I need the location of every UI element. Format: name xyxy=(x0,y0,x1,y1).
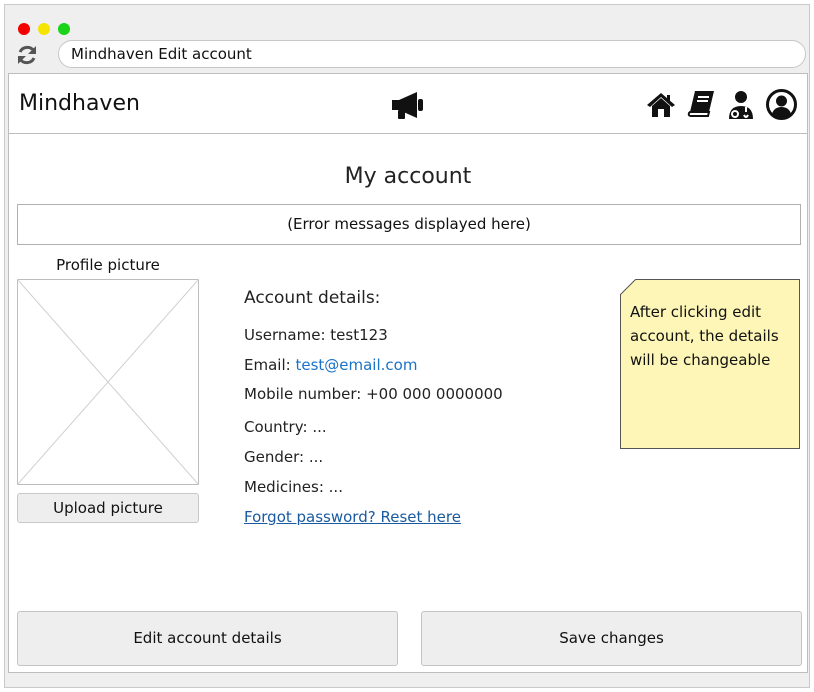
note-fold-corner xyxy=(620,279,636,295)
gender-label: Gender: xyxy=(244,448,309,466)
doctor-icon[interactable] xyxy=(727,90,755,120)
brand-name[interactable]: Mindhaven xyxy=(19,91,140,116)
minimize-window-dot[interactable] xyxy=(38,23,50,35)
user-icon[interactable] xyxy=(766,89,797,120)
country-value: ... xyxy=(312,418,327,436)
email-label: Email: xyxy=(244,356,296,374)
edit-account-button[interactable]: Edit account details xyxy=(17,611,398,666)
reset-password-link[interactable]: Forgot password? Reset here xyxy=(244,508,461,526)
address-bar[interactable]: Mindhaven Edit account xyxy=(58,40,806,68)
reset-password-row: Forgot password? Reset here xyxy=(244,508,461,526)
mobile-value: +00 000 0000000 xyxy=(366,385,503,403)
page-title: My account xyxy=(344,164,472,189)
email-link[interactable]: test@email.com xyxy=(295,356,417,374)
maximize-window-dot[interactable] xyxy=(58,23,70,35)
medicines-row: Medicines: ... xyxy=(244,478,343,496)
mobile-row: Mobile number: +00 000 0000000 xyxy=(244,385,503,403)
username-label: Username: xyxy=(244,326,331,344)
email-row: Email: test@email.com xyxy=(244,356,417,374)
navbar: Mindhaven xyxy=(9,74,807,134)
save-changes-button[interactable]: Save changes xyxy=(421,611,802,666)
close-window-dot[interactable] xyxy=(18,23,30,35)
country-row: Country: ... xyxy=(244,418,327,436)
medicines-value: ... xyxy=(328,478,343,496)
profile-picture-placeholder xyxy=(17,279,199,485)
gender-row: Gender: ... xyxy=(244,448,323,466)
mobile-label: Mobile number: xyxy=(244,385,367,403)
username-value: test123 xyxy=(330,326,388,344)
sticky-note-text: After clicking edit account, the details… xyxy=(630,303,779,369)
home-icon[interactable] xyxy=(647,92,675,118)
book-icon[interactable] xyxy=(687,90,715,118)
upload-picture-button[interactable]: Upload picture xyxy=(17,493,199,523)
sticky-note: After clicking edit account, the details… xyxy=(620,279,800,449)
medicines-label: Medicines: xyxy=(244,478,329,496)
page-content: Mindhaven My account (Error messages dis… xyxy=(8,73,808,673)
error-message-box: (Error messages displayed here) xyxy=(17,204,801,245)
reload-icon[interactable] xyxy=(15,43,39,67)
account-details-heading: Account details: xyxy=(244,288,381,308)
gender-value: ... xyxy=(308,448,324,466)
browser-window: Mindhaven Edit account Mindhaven My acco… xyxy=(4,4,810,688)
megaphone-icon[interactable] xyxy=(391,90,425,120)
profile-picture-label: Profile picture xyxy=(56,256,160,274)
country-label: Country: xyxy=(244,418,313,436)
username-row: Username: test123 xyxy=(244,326,388,344)
